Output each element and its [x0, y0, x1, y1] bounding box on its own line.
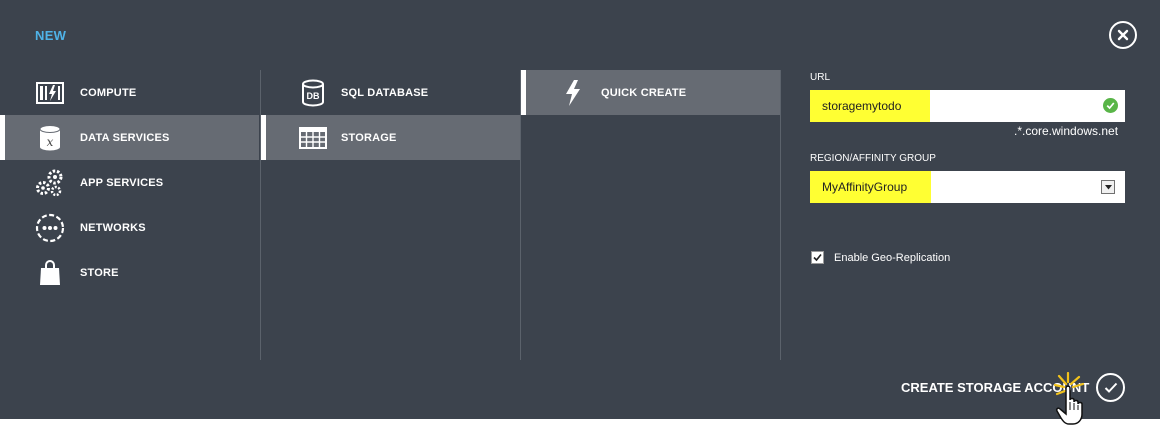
- close-button[interactable]: [1109, 21, 1137, 49]
- method-list: QUICK CREATE: [520, 70, 781, 360]
- category-label: COMPUTE: [80, 86, 137, 99]
- geo-replication-checkbox[interactable]: [811, 251, 824, 264]
- networks-icon: [34, 213, 66, 243]
- svg-text:x: x: [47, 135, 54, 149]
- checkmark-icon: [1104, 382, 1117, 393]
- app-services-icon: [34, 168, 66, 198]
- method-label: QUICK CREATE: [601, 86, 687, 99]
- category-label: NETWORKS: [80, 221, 146, 234]
- category-label: DATA SERVICES: [80, 131, 170, 144]
- lightning-icon: [557, 78, 589, 108]
- region-label: REGION/AFFINITY GROUP: [810, 153, 936, 164]
- url-suffix: .*.core.windows.net: [1014, 124, 1119, 138]
- sql-database-icon: DB: [297, 78, 329, 108]
- url-label: URL: [810, 72, 831, 83]
- hand-cursor-icon: [1053, 372, 1085, 425]
- new-dialog: NEW COMPUTE x DATA SERVICES APP SERVICES…: [0, 0, 1160, 419]
- service-list: DB SQL DATABASE STORAGE: [260, 70, 520, 360]
- service-label: SQL DATABASE: [341, 86, 429, 99]
- region-select[interactable]: MyAffinityGroup: [810, 171, 1125, 203]
- category-list: COMPUTE x DATA SERVICES APP SERVICES NET…: [0, 70, 259, 360]
- data-services-icon: x: [34, 123, 66, 153]
- service-label: STORAGE: [341, 131, 397, 144]
- category-label: STORE: [80, 266, 119, 279]
- service-item-storage[interactable]: STORAGE: [261, 115, 520, 160]
- checkmark-icon: [813, 253, 822, 262]
- category-item-app-services[interactable]: APP SERVICES: [0, 160, 259, 205]
- dialog-title: NEW: [35, 28, 67, 43]
- category-item-compute[interactable]: COMPUTE: [0, 70, 259, 115]
- compute-icon: [34, 78, 66, 108]
- category-item-networks[interactable]: NETWORKS: [0, 205, 259, 250]
- valid-check-icon: [1103, 98, 1118, 113]
- category-item-store[interactable]: STORE: [0, 250, 259, 295]
- method-item-quick-create[interactable]: QUICK CREATE: [521, 70, 780, 115]
- url-input[interactable]: storagemytodo: [810, 90, 1125, 122]
- category-label: APP SERVICES: [80, 176, 164, 189]
- region-value: MyAffinityGroup: [822, 180, 908, 194]
- category-item-data-services[interactable]: x DATA SERVICES: [0, 115, 259, 160]
- create-button[interactable]: [1096, 373, 1125, 402]
- store-icon: [34, 258, 66, 288]
- storage-icon: [297, 123, 329, 153]
- service-item-sql-database[interactable]: DB SQL DATABASE: [261, 70, 520, 115]
- url-value: storagemytodo: [822, 99, 902, 113]
- close-icon: [1117, 29, 1129, 41]
- geo-replication-label: Enable Geo-Replication: [834, 252, 951, 264]
- svg-text:DB: DB: [307, 91, 320, 101]
- chevron-down-icon[interactable]: [1101, 180, 1115, 194]
